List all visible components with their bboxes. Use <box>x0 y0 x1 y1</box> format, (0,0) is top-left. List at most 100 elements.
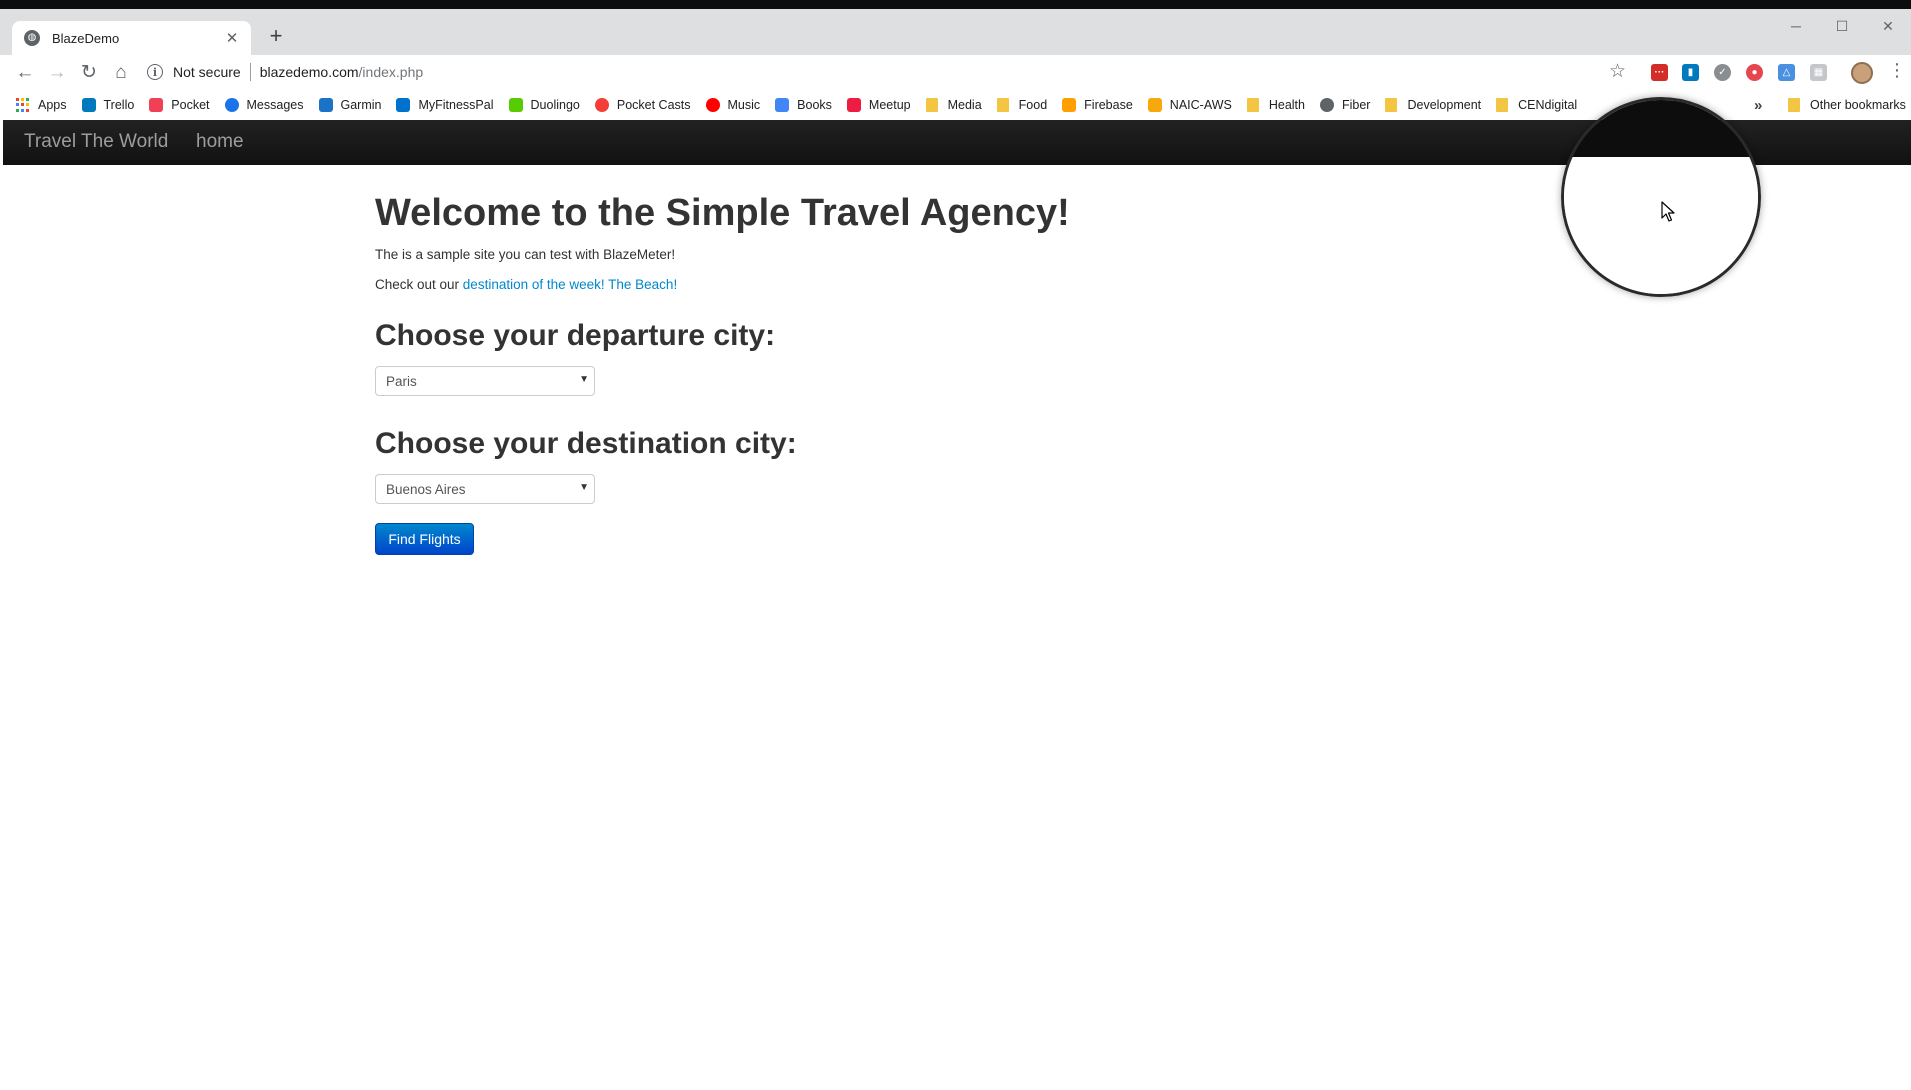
minimize-button[interactable]: ─ <box>1773 9 1819 43</box>
home-button[interactable]: ⌂ <box>105 57 137 89</box>
bookmark-label: Pocket Casts <box>616 98 691 112</box>
bookmark-books[interactable]: Books <box>775 98 832 112</box>
destination-of-week-link[interactable]: destination of the week! The Beach! <box>463 277 677 292</box>
mouse-cursor-icon <box>1661 201 1675 222</box>
music-icon <box>705 98 720 112</box>
dropdown-arrow-icon: ▼ <box>579 482 589 493</box>
reload-button[interactable]: ↻ <box>73 57 105 89</box>
bookmark-label: Apps <box>38 98 67 112</box>
bookmark-pocket-casts[interactable]: Pocket Casts <box>594 98 691 112</box>
drive-icon[interactable]: △ <box>1778 64 1795 81</box>
folder-icon <box>1385 98 1398 112</box>
adblock-icon[interactable]: ● <box>1746 64 1763 81</box>
bookmark-star-icon[interactable]: ☆ <box>1609 60 1626 83</box>
departure-city-value: Paris <box>386 373 417 389</box>
bookmark-fiber[interactable]: Fiber <box>1319 98 1371 112</box>
forward-button[interactable]: → <box>41 57 73 89</box>
info-icon[interactable]: i <box>147 64 163 80</box>
bookmark-label: NAIC-AWS <box>1169 98 1232 112</box>
firebase-icon <box>1062 98 1077 112</box>
bookmark-label: Health <box>1268 98 1305 112</box>
browser-toolbar: ← → ↻ ⌂ i Not secure blazedemo.com/index… <box>0 55 1911 90</box>
folder-icon <box>1788 98 1800 112</box>
bookmark-label: Messages <box>246 98 304 112</box>
back-button[interactable]: ← <box>9 57 41 89</box>
extension-icon[interactable]: ▦ <box>1810 64 1827 81</box>
departure-heading: Choose your departure city: <box>375 319 776 352</box>
profile-avatar[interactable] <box>1851 62 1873 84</box>
bookmark-development[interactable]: Development <box>1385 98 1481 112</box>
bookmark-health[interactable]: Health <box>1246 98 1305 112</box>
folder-icon <box>1246 98 1259 112</box>
lastpass-icon[interactable]: ··· <box>1651 64 1668 81</box>
bookmark-label: Firebase <box>1084 98 1133 112</box>
page-title: Welcome to the Simple Travel Agency! <box>375 192 1070 234</box>
dropdown-arrow-icon: ▼ <box>579 374 589 385</box>
destination-city-select[interactable]: Buenos Aires ▼ <box>375 474 595 504</box>
bookmark-label: Books <box>797 98 832 112</box>
grammarly-icon[interactable]: ✓ <box>1714 64 1731 81</box>
bookmark-apps[interactable]: Apps <box>16 98 67 112</box>
garmin-icon <box>318 98 333 112</box>
bookmark-naic-aws[interactable]: NAIC-AWS <box>1147 98 1232 112</box>
bookmark-label: Media <box>947 98 982 112</box>
site-brand-link[interactable]: Travel The World <box>24 131 168 153</box>
other-bookmarks[interactable]: Other bookmarks <box>1788 98 1906 112</box>
spotlight-light-area <box>1564 157 1758 294</box>
spotlight-dark-area <box>1564 100 1758 157</box>
bookmark-media[interactable]: Media <box>925 98 982 112</box>
intro-text: The is a sample site you can test with B… <box>375 247 676 262</box>
bookmark-label: Garmin <box>340 98 382 112</box>
find-flights-button[interactable]: Find Flights <box>375 523 474 555</box>
pocket-casts-icon <box>594 98 609 112</box>
bookmark-music[interactable]: Music <box>705 98 760 112</box>
browser-window: ◍ BlazeDemo ✕ + ─ ☐ ✕ ← → ↻ ⌂ i Not secu… <box>0 9 1911 1090</box>
screen: ◍ BlazeDemo ✕ + ─ ☐ ✕ ← → ↻ ⌂ i Not secu… <box>0 0 1911 1090</box>
books-icon <box>775 98 790 112</box>
close-icon[interactable]: ✕ <box>223 29 241 47</box>
security-label[interactable]: Not secure <box>173 64 241 80</box>
cursor-highlight <box>1561 97 1761 297</box>
myfitnesspal-icon <box>396 98 411 112</box>
bookmark-firebase[interactable]: Firebase <box>1062 98 1133 112</box>
bookmark-messages[interactable]: Messages <box>224 98 304 112</box>
bookmark-food[interactable]: Food <box>996 98 1048 112</box>
departure-city-select[interactable]: Paris ▼ <box>375 366 595 396</box>
bookmark-label: Meetup <box>868 98 911 112</box>
bookmark-garmin[interactable]: Garmin <box>318 98 382 112</box>
bookmark-label: Food <box>1018 98 1048 112</box>
window-controls: ─ ☐ ✕ <box>1773 9 1911 43</box>
url-host[interactable]: blazedemo.com <box>260 64 359 80</box>
folder-icon <box>925 98 938 112</box>
destination-heading: Choose your destination city: <box>375 427 797 460</box>
bookmark-duolingo[interactable]: Duolingo <box>508 98 580 112</box>
bookmark-myfitnesspal[interactable]: MyFitnessPal <box>396 98 494 112</box>
promo-text: Check out our destination of the week! T… <box>375 276 1275 294</box>
bookmark-label: Development <box>1407 98 1482 112</box>
url-path[interactable]: /index.php <box>359 64 424 80</box>
duolingo-icon <box>508 98 523 112</box>
bookmark-label: MyFitnessPal <box>418 98 494 112</box>
nav-home-link[interactable]: home <box>196 131 244 153</box>
promo-prefix: Check out our <box>375 277 463 292</box>
bookmark-label: Trello <box>103 98 135 112</box>
bookmark-label: Fiber <box>1341 98 1371 112</box>
aws-icon <box>1147 98 1162 112</box>
trello-icon[interactable]: ▮ <box>1682 64 1699 81</box>
tab-blazedemo[interactable]: ◍ BlazeDemo ✕ <box>12 21 251 55</box>
google-icon <box>1319 98 1334 112</box>
bookmark-trello[interactable]: Trello <box>81 98 135 112</box>
messages-icon <box>224 98 239 112</box>
new-tab-button[interactable]: + <box>264 24 288 48</box>
globe-icon: ◍ <box>24 30 40 46</box>
meetup-icon <box>846 98 861 112</box>
maximize-button[interactable]: ☐ <box>1819 9 1865 43</box>
pocket-icon <box>149 98 164 112</box>
address-bar[interactable]: i Not secure blazedemo.com/index.php <box>147 57 423 87</box>
bookmark-meetup[interactable]: Meetup <box>846 98 911 112</box>
main-content: Welcome to the Simple Travel Agency! The… <box>375 165 1275 555</box>
close-window-button[interactable]: ✕ <box>1865 9 1911 43</box>
folder-icon <box>1496 98 1509 112</box>
menu-icon[interactable]: ⋮ <box>1888 60 1906 81</box>
bookmark-pocket[interactable]: Pocket <box>149 98 210 112</box>
